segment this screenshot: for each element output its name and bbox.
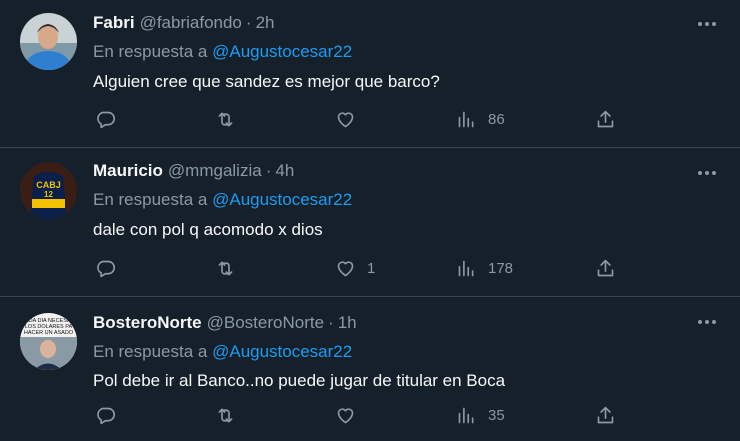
reply-user-link[interactable]: @Augustocesar22 <box>212 42 352 61</box>
more-dots-icon[interactable] <box>694 163 720 183</box>
reply-icon <box>97 407 116 424</box>
reply-button[interactable] <box>95 403 116 427</box>
share-icon <box>597 110 614 127</box>
views-count: 35 <box>488 406 505 424</box>
reply-button[interactable] <box>95 256 116 280</box>
avatar-jersey-number: 12 <box>44 190 53 199</box>
retweet-button[interactable] <box>215 256 236 280</box>
reply-user-link[interactable]: @Augustocesar22 <box>212 342 352 361</box>
tweet-actions: 86 <box>0 107 740 131</box>
like-button[interactable] <box>335 403 367 427</box>
views-button[interactable]: 86 <box>456 107 505 131</box>
timestamp[interactable]: 4h <box>275 161 294 181</box>
reply-prefix: En respuesta a <box>93 42 208 61</box>
reply-button[interactable] <box>95 107 116 131</box>
share-button[interactable] <box>595 403 616 427</box>
reply-context: En respuesta a @Augustocesar22 <box>93 342 352 362</box>
heart-icon <box>337 260 354 276</box>
author-handle[interactable]: @fabriafondo <box>140 13 242 33</box>
retweet-icon <box>218 408 233 422</box>
views-chart-icon <box>458 111 474 127</box>
reply-context: En respuesta a @Augustocesar22 <box>93 190 352 210</box>
tweet[interactable]: Fabri @fabriafondo · 2h En respuesta a @… <box>0 0 740 148</box>
views-button[interactable]: 178 <box>456 256 513 280</box>
retweet-button[interactable] <box>215 403 236 427</box>
reply-context: En respuesta a @Augustocesar22 <box>93 42 352 62</box>
tweet-text: dale con pol q acomodo x dios <box>93 220 323 239</box>
heart-icon <box>337 111 354 127</box>
share-button[interactable] <box>595 256 616 280</box>
heart-icon <box>337 407 354 423</box>
tweet[interactable]: CABJ 12 Mauricio @mmgalizia · 4h En resp… <box>0 148 740 297</box>
author-name[interactable]: Fabri <box>93 13 135 33</box>
like-count: 1 <box>367 259 376 277</box>
separator: · <box>245 13 252 32</box>
tweet-actions: 1 178 <box>0 256 740 280</box>
author-name[interactable]: BosteroNorte <box>93 313 202 333</box>
views-button[interactable]: 35 <box>456 403 505 427</box>
share-icon <box>597 259 614 276</box>
tweet-text: Pol debe ir al Banco..no puede jugar de … <box>93 371 506 390</box>
like-button[interactable] <box>335 107 367 131</box>
share-button[interactable] <box>595 107 616 131</box>
views-chart-icon <box>458 260 474 276</box>
timestamp[interactable]: 1h <box>338 313 357 333</box>
author-name[interactable]: Mauricio <box>93 161 163 181</box>
more-dots-icon[interactable] <box>694 14 720 34</box>
avatar-meme-line3: HACER UN ASADO <box>24 330 74 336</box>
author-handle[interactable]: @BosteroNorte <box>207 313 324 333</box>
tweet[interactable]: CADA DIA NECESITO LOS DOLARES PA HACER U… <box>0 297 740 441</box>
reply-feed: Fabri @fabriafondo · 2h En respuesta a @… <box>0 0 740 441</box>
tweet-text: Alguien cree que sandez es mejor que bar… <box>93 72 440 91</box>
retweet-button[interactable] <box>215 107 236 131</box>
retweet-icon <box>218 261 233 275</box>
reply-user-link[interactable]: @Augustocesar22 <box>212 190 352 209</box>
separator: · <box>328 313 334 332</box>
avatar[interactable] <box>20 13 77 70</box>
like-button[interactable]: 1 <box>335 256 375 280</box>
reply-icon <box>97 111 116 128</box>
avatar[interactable]: CABJ 12 <box>20 162 77 219</box>
views-count: 86 <box>488 110 505 128</box>
avatar-jersey-text: CABJ <box>36 180 61 190</box>
share-icon <box>597 406 614 423</box>
views-count: 178 <box>488 259 514 277</box>
views-chart-icon <box>458 407 474 423</box>
reply-prefix: En respuesta a <box>93 190 208 209</box>
retweet-icon <box>218 112 233 126</box>
avatar[interactable]: CADA DIA NECESITO LOS DOLARES PA HACER U… <box>20 313 77 370</box>
reply-prefix: En respuesta a <box>93 342 208 361</box>
reply-icon <box>97 260 116 277</box>
more-dots-icon[interactable] <box>694 312 720 332</box>
timestamp[interactable]: 2h <box>256 13 275 33</box>
separator: · <box>265 161 272 180</box>
author-handle[interactable]: @mmgalizia <box>168 161 262 181</box>
tweet-actions: 35 <box>0 403 740 427</box>
